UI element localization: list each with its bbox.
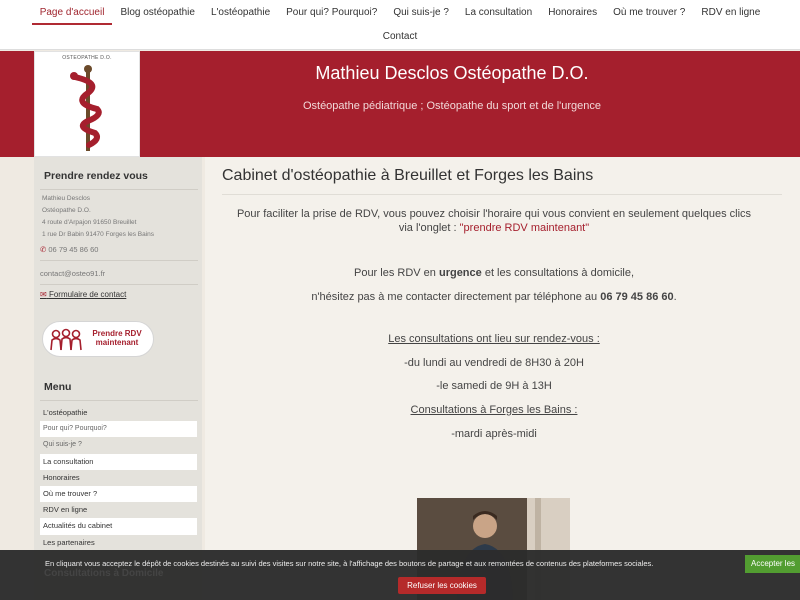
booking-link[interactable]: "prendre RDV maintenant": [460, 222, 590, 234]
address-line: Ostéopathe D.O.: [42, 207, 91, 214]
hours-saturday: -le samedi de 9H à 13H: [436, 380, 552, 392]
menu-item-partenaires[interactable]: Les partenaires: [40, 535, 197, 551]
book-appointment-button[interactable]: Prendre RDV maintenant: [42, 321, 154, 357]
booking-paragraph: Pour faciliter la prise de RDV, vous pou…: [205, 207, 783, 236]
menu-heading: Menu: [44, 381, 72, 393]
menu-item-actualites[interactable]: Actualités du cabinet: [40, 518, 197, 535]
urgency-paragraph: Pour les RDV en urgence et les consultat…: [205, 266, 783, 280]
sidebar-divider: [40, 260, 198, 261]
refuse-cookies-button[interactable]: Refuser les cookies: [398, 577, 486, 594]
contact-form-link[interactable]: ✉ Formulaire de contact: [40, 290, 126, 299]
logo-caption: OSTEOPATHE D.O.: [62, 55, 112, 61]
nav-item-blog[interactable]: Blog ostéopathie: [112, 0, 203, 25]
urgency-text: Pour les RDV en: [353, 267, 439, 279]
nav-item-qui-suis-je[interactable]: Qui suis-je ?: [385, 0, 457, 25]
menu-item-ou-me-trouver[interactable]: Où me trouver ?: [40, 485, 197, 503]
forges-day: -mardi après-midi: [451, 428, 537, 440]
main-content: Cabinet d'ostéopathie à Breuillet et For…: [205, 157, 800, 600]
menu-item-rdv-en-ligne[interactable]: RDV en ligne: [40, 502, 197, 518]
phone-line: ✆ 06 79 45 86 60: [40, 245, 98, 254]
title-divider: [222, 194, 782, 195]
hours-weekdays: -du lundi au vendredi de 8H30 à 20H: [404, 357, 584, 369]
sidebar-menu: L'ostéopathie Pour qui? Pourquoi? Qui su…: [40, 405, 197, 551]
top-navigation: Page d'accueil Blog ostéopathie L'ostéop…: [0, 0, 800, 50]
page-title: Cabinet d'ostéopathie à Breuillet et For…: [222, 167, 594, 184]
cookie-text: En cliquant vous acceptez le dépôt de co…: [45, 559, 654, 568]
nav-item-osteopathie[interactable]: L'ostéopathie: [203, 0, 278, 25]
phone-paragraph: n'hésitez pas à me contacter directement…: [205, 290, 783, 304]
menu-item-pour-qui[interactable]: Pour qui? Pourquoi?: [40, 421, 197, 438]
nav-item-contact[interactable]: Contact: [375, 25, 425, 49]
site-title: Mathieu Desclos Ostéopathe D.O.: [315, 63, 589, 83]
nav-item-rdv-en-ligne[interactable]: RDV en ligne: [693, 0, 768, 25]
menu-item-consultation[interactable]: La consultation: [40, 453, 197, 470]
site-subtitle: Ostéopathe pédiatrique ; Ostéopathe du s…: [302, 100, 602, 112]
nav-item-honoraires[interactable]: Honoraires: [540, 0, 605, 25]
nav-row-2: Contact: [0, 25, 800, 49]
phone-number: 06 79 45 86 60: [48, 245, 99, 254]
phone-text: n'hésitez pas à me contacter directement…: [311, 291, 601, 303]
contact-form-label: Formulaire de contact: [48, 290, 127, 299]
urgency-text-end: et les consultations à domicile,: [481, 267, 635, 279]
accept-cookies-button[interactable]: Accepter les: [745, 555, 800, 573]
menu-item-honoraires[interactable]: Honoraires: [40, 470, 197, 486]
sidebar: Prendre rendez vous Mathieu Desclos Osté…: [34, 157, 202, 600]
forges-heading: Consultations à Forges les Bains :: [410, 404, 578, 416]
rdv-heading: Prendre rendez vous: [44, 170, 148, 182]
site-logo[interactable]: OSTEOPATHE D.O.: [34, 51, 140, 157]
phone-icon: ✆: [40, 245, 47, 254]
email-link[interactable]: contact@osteo91.fr: [40, 269, 105, 278]
urgency-bold: urgence: [438, 267, 482, 279]
address-line: 1 rue Dr Babin 91470 Forges les Bains: [42, 231, 155, 238]
hours-heading: Les consultations ont lieu sur rendez-vo…: [388, 333, 600, 345]
nav-item-consultation[interactable]: La consultation: [457, 0, 540, 25]
nav-item-pour-qui[interactable]: Pour qui? Pourquoi?: [278, 0, 385, 25]
caduceus-icon: [70, 65, 102, 151]
address-line: 4 route d'Arpajon 91650 Breuillet: [42, 219, 137, 226]
nav-row-1: Page d'accueil Blog ostéopathie L'ostéop…: [0, 0, 800, 25]
phone-bold: 06 79 45 86 60: [600, 291, 674, 303]
envelope-icon: ✉: [40, 290, 47, 299]
menu-item-qui-suis-je[interactable]: Qui suis-je ?: [40, 437, 197, 453]
menu-item-osteopathie[interactable]: L'ostéopathie: [40, 405, 197, 421]
book-appointment-label: Prendre RDV maintenant: [92, 329, 142, 347]
people-icon: [50, 328, 82, 351]
nav-item-ou-me-trouver[interactable]: Où me trouver ?: [605, 0, 693, 25]
sidebar-divider: [40, 284, 198, 285]
phone-text-end: .: [673, 291, 677, 303]
domicile-heading: Consultations à Domicile: [44, 568, 164, 579]
nav-item-accueil[interactable]: Page d'accueil: [31, 0, 113, 25]
sidebar-divider: [40, 400, 198, 401]
sidebar-divider: [40, 189, 198, 190]
address-line: Mathieu Desclos: [42, 195, 91, 202]
